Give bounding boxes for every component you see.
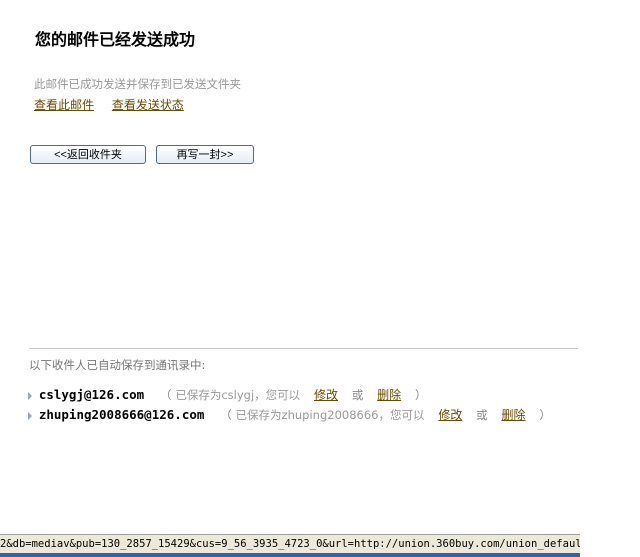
edit-contact-link[interactable]: 修改 <box>438 408 462 422</box>
back-to-inbox-button[interactable]: <<返回收件夹 <box>30 145 146 164</box>
saved-as-text: 已保存为zhuping2008666，您可以 <box>235 408 425 422</box>
delete-contact-link[interactable]: 删除 <box>377 388 401 402</box>
contact-row: zhuping2008666@126.com （ 已保存为zhuping2008… <box>28 406 551 423</box>
divider <box>29 348 578 349</box>
bullet-arrow-icon <box>28 411 32 420</box>
result-links: 查看此邮件 查看发送状态 <box>34 96 198 113</box>
bullet-arrow-icon <box>28 391 32 400</box>
or-text: 或 <box>351 388 364 402</box>
success-description: 此邮件已成功发送并保存到已发送文件夹 <box>34 77 241 91</box>
saved-as-text: 已保存为cslygj，您可以 <box>175 388 301 402</box>
status-bar-edge <box>0 553 580 557</box>
contact-row: cslygj@126.com （ 已保存为cslygj，您可以 修改 或 删除 … <box>28 386 427 403</box>
edit-contact-link[interactable]: 修改 <box>314 388 338 402</box>
open-paren: （ <box>220 408 232 422</box>
page-title: 您的邮件已经发送成功 <box>35 30 196 49</box>
close-paren: ） <box>415 388 427 402</box>
contact-email: zhuping2008666@126.com <box>38 407 205 422</box>
browser-status-bar: 2&db=mediav&pub=130_2857_15429&cus=9_56_… <box>0 534 580 554</box>
write-another-button[interactable]: 再写一封>> <box>156 145 254 164</box>
close-paren: ） <box>539 408 551 422</box>
delete-contact-link[interactable]: 删除 <box>501 408 525 422</box>
contacts-saved-note: 以下收件人已自动保存到通讯录中: <box>29 358 206 372</box>
open-paren: （ <box>160 388 172 402</box>
contact-email: cslygj@126.com <box>38 387 145 402</box>
view-mail-link[interactable]: 查看此邮件 <box>34 98 94 112</box>
view-status-link[interactable]: 查看发送状态 <box>112 98 184 112</box>
or-text: 或 <box>476 408 488 422</box>
